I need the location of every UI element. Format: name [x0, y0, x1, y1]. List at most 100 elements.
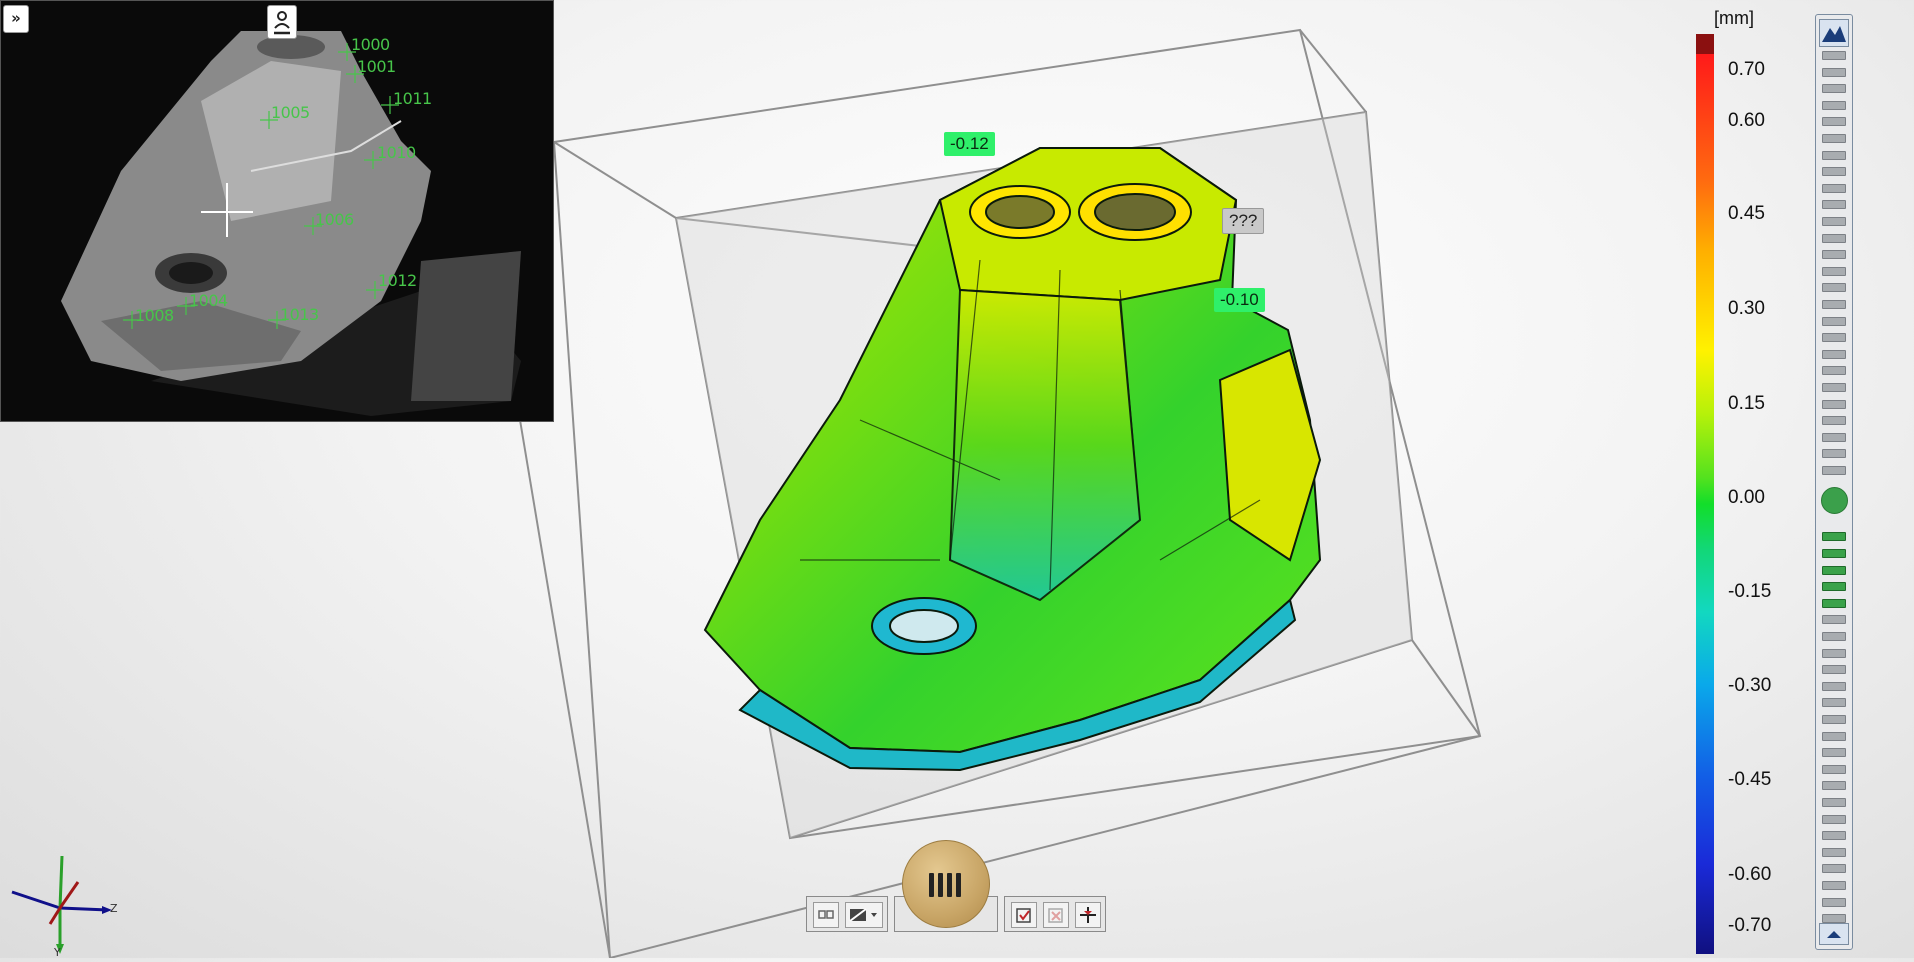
- slider-rung[interactable]: [1822, 150, 1846, 160]
- chevron-up-icon: [1827, 931, 1841, 938]
- slider-rung[interactable]: [1822, 615, 1846, 625]
- point-label-1010: 1010: [377, 143, 416, 162]
- slider-rung[interactable]: [1822, 300, 1846, 309]
- slider-rung[interactable]: [1822, 283, 1846, 293]
- axis-triad[interactable]: Z Y: [4, 848, 124, 959]
- legend-tick-label: 0.15: [1728, 393, 1765, 414]
- inspection-actions-group: [1004, 896, 1106, 932]
- slider-rung[interactable]: [1822, 831, 1846, 841]
- slider-rung[interactable]: [1822, 316, 1846, 326]
- point-label-1013: 1013: [280, 305, 319, 324]
- slider-rung[interactable]: [1822, 250, 1846, 260]
- slider-rung[interactable]: [1822, 648, 1846, 658]
- point-label-1012: 1012: [378, 271, 417, 290]
- legend-tick-label: 0.00: [1728, 487, 1765, 508]
- slider-rung[interactable]: [1822, 698, 1846, 708]
- slider-rung[interactable]: [1822, 432, 1846, 442]
- slider-rung[interactable]: [1822, 183, 1846, 193]
- slider-rung[interactable]: [1822, 333, 1846, 343]
- slider-rung[interactable]: [1822, 632, 1846, 641]
- slider-rung[interactable]: [1822, 51, 1846, 60]
- axis-label-y: Y: [54, 946, 61, 959]
- slider-rung[interactable]: [1822, 565, 1846, 575]
- slider-rung[interactable]: [1822, 549, 1846, 558]
- slider-rung[interactable]: [1822, 217, 1846, 226]
- mountain-icon: [1822, 26, 1846, 42]
- accept-button[interactable]: [1011, 902, 1037, 928]
- slider-rung[interactable]: [1822, 100, 1846, 110]
- view-mode-button[interactable]: [813, 902, 839, 928]
- legend-tick-label: -0.15: [1728, 581, 1772, 602]
- point-label-1011: 1011: [393, 89, 432, 108]
- color-bar: [1696, 34, 1714, 958]
- slider-rung[interactable]: [1822, 715, 1846, 724]
- legend-tick-label: -0.30: [1728, 675, 1772, 696]
- unit-label: [mm]: [1714, 8, 1754, 28]
- legend-tick-label: -0.45: [1728, 769, 1772, 790]
- camera-image: [1, 1, 553, 421]
- main-control-button[interactable]: [902, 840, 990, 928]
- surface-shading-icon: [849, 908, 877, 922]
- slider-rung[interactable]: [1822, 665, 1846, 675]
- legend-tick-label: -0.70: [1728, 915, 1772, 936]
- axis-label-z: Z: [110, 902, 118, 915]
- slider-rung[interactable]: [1822, 681, 1846, 691]
- slider-rung[interactable]: [1822, 416, 1846, 426]
- slider-rung[interactable]: [1822, 466, 1846, 475]
- slider-rung[interactable]: [1822, 134, 1846, 143]
- camera-capture-button[interactable]: [267, 5, 297, 39]
- point-label-1005: 1005: [271, 103, 310, 122]
- slider-rung[interactable]: [1822, 266, 1846, 276]
- over-range-swatch: [1696, 34, 1714, 54]
- slider-rung[interactable]: [1822, 881, 1846, 890]
- slider-rung[interactable]: [1822, 748, 1846, 758]
- slider-rung[interactable]: [1822, 781, 1846, 791]
- slider-rung[interactable]: [1822, 897, 1846, 907]
- legend-tick-label: -0.60: [1728, 864, 1772, 885]
- point-label-1004: 1004: [189, 291, 228, 310]
- slider-rung[interactable]: [1822, 167, 1846, 177]
- display-mode-dropdown[interactable]: [845, 902, 883, 928]
- slider-knob[interactable]: [1821, 487, 1848, 515]
- slider-max-button[interactable]: [1819, 19, 1849, 47]
- slider-rung[interactable]: [1822, 582, 1846, 592]
- slider-rung[interactable]: [1822, 532, 1846, 542]
- section-plane-icon: [1080, 907, 1096, 923]
- deviation-callout[interactable]: -0.10: [1214, 288, 1265, 312]
- slider-rung[interactable]: [1822, 67, 1846, 77]
- slider-rung[interactable]: [1822, 764, 1846, 774]
- slider-rung[interactable]: [1822, 914, 1846, 924]
- section-button[interactable]: [1075, 902, 1101, 928]
- deviation-callout[interactable]: -0.12: [944, 132, 995, 156]
- slider-rung[interactable]: [1822, 349, 1846, 359]
- slider-rung[interactable]: [1822, 598, 1846, 608]
- point-label-1006: 1006: [315, 210, 354, 229]
- slider-rung[interactable]: [1822, 449, 1846, 459]
- legend-tick-label: 0.45: [1728, 203, 1765, 224]
- slider-rung[interactable]: [1822, 233, 1846, 243]
- xyz-axes-icon: [11, 855, 112, 954]
- grid-view-icon: [818, 910, 834, 919]
- slider-rung[interactable]: [1822, 117, 1846, 127]
- slider-rung[interactable]: [1822, 366, 1846, 376]
- slider-rung[interactable]: [1822, 84, 1846, 94]
- slider-rung[interactable]: [1822, 200, 1846, 210]
- camera-view-panel[interactable]: » 1000 1001 1011 1005 1010 1006 1012 100…: [0, 0, 554, 422]
- slider-rung[interactable]: [1822, 731, 1846, 741]
- legend-tick-label: 0.60: [1728, 110, 1765, 131]
- slider-min-button[interactable]: [1819, 923, 1849, 945]
- point-label-1008: 1008: [135, 306, 174, 325]
- slider-rung[interactable]: [1822, 399, 1846, 409]
- slider-rung[interactable]: [1822, 383, 1846, 392]
- slider-rung[interactable]: [1822, 847, 1846, 857]
- color-gradient: [1696, 54, 1714, 954]
- slider-rung[interactable]: [1822, 864, 1846, 874]
- expand-panel-button[interactable]: »: [3, 5, 29, 33]
- reject-button[interactable]: [1043, 902, 1069, 928]
- slider-rung[interactable]: [1822, 798, 1846, 807]
- deviation-callout-undefined[interactable]: ???: [1222, 208, 1265, 234]
- level-slider[interactable]: [1815, 14, 1853, 950]
- checkbox-x-icon: [1048, 908, 1063, 923]
- slider-rung[interactable]: [1822, 814, 1846, 824]
- checkbox-check-icon: [1016, 908, 1031, 923]
